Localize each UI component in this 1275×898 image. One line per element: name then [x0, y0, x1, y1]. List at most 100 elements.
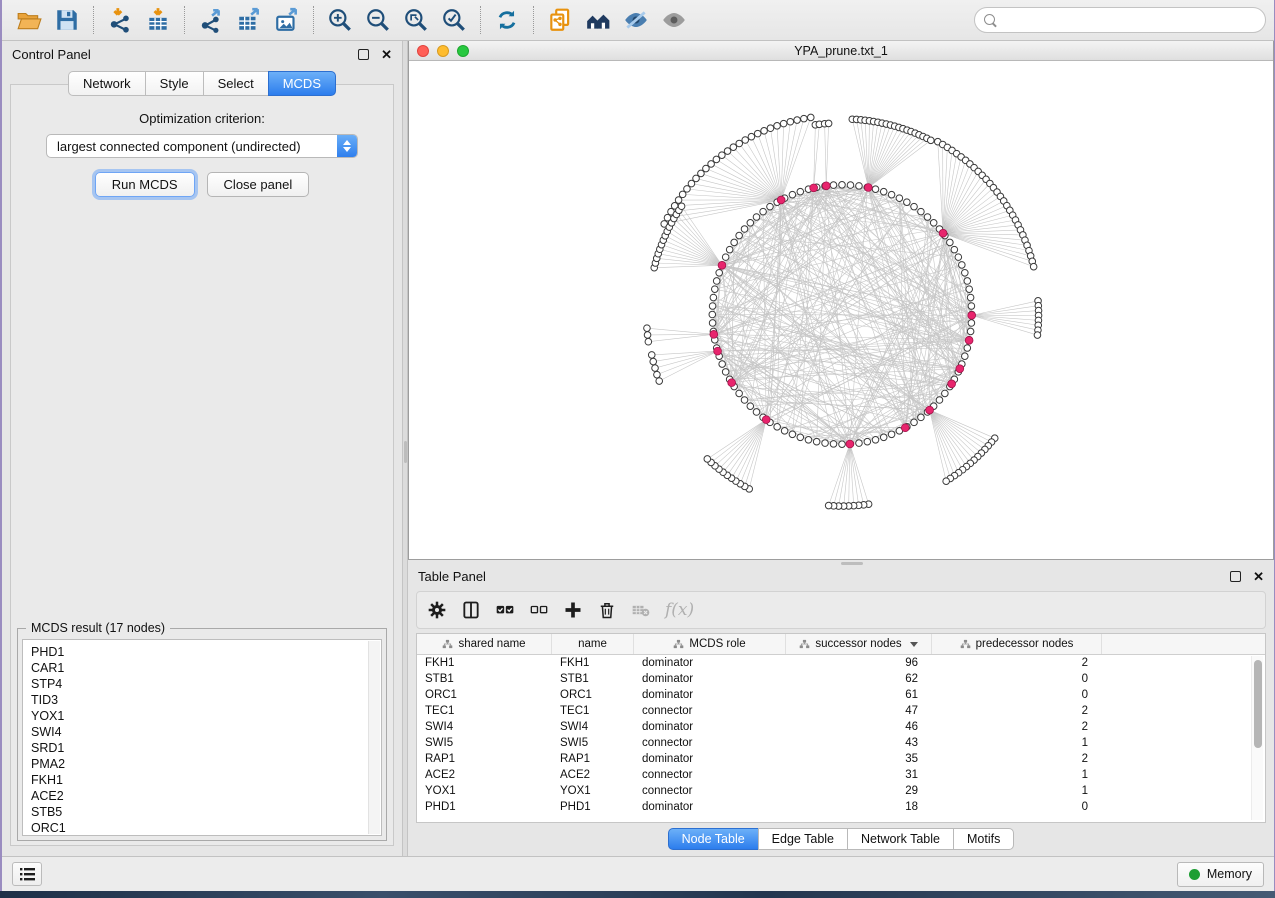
tab-network-table[interactable]: Network Table: [847, 828, 953, 850]
table-row[interactable]: YOX1YOX1connector291: [417, 783, 1265, 799]
application-window: Control Panel ✕ NetworkStyleSelectMCDS O…: [0, 0, 1275, 891]
zoom-selected-button[interactable]: [435, 3, 473, 37]
result-node[interactable]: PHD1: [31, 644, 381, 660]
table-panel-header: Table Panel ✕: [408, 563, 1274, 589]
list-icon: [20, 868, 35, 881]
network-window-titlebar[interactable]: YPA_prune.txt_1: [409, 41, 1273, 61]
search-input[interactable]: [1003, 13, 1256, 27]
table-row[interactable]: FKH1FKH1dominator962: [417, 655, 1265, 671]
optimization-criterion-select[interactable]: largest connected component (undirected): [46, 134, 358, 158]
trash-icon: [597, 600, 617, 620]
result-node[interactable]: FKH1: [31, 772, 381, 788]
table-row[interactable]: RAP1RAP1dominator352: [417, 751, 1265, 767]
task-history-button[interactable]: [12, 862, 42, 886]
cell-role: connector: [634, 703, 786, 719]
first-neighbors-button[interactable]: [579, 3, 617, 37]
unselect-all-button[interactable]: [529, 600, 549, 620]
horizontal-splitter-grip[interactable]: [841, 562, 863, 565]
import-table-button[interactable]: [139, 3, 177, 37]
duplicate-network-button[interactable]: [541, 3, 579, 37]
zoom-in-icon: [327, 7, 353, 33]
zoom-out-button[interactable]: [359, 3, 397, 37]
export-image-button[interactable]: [268, 3, 306, 37]
zoom-in-button[interactable]: [321, 3, 359, 37]
cell-successors: 96: [786, 655, 932, 671]
result-node[interactable]: CAR1: [31, 660, 381, 676]
tab-edge-table[interactable]: Edge Table: [758, 828, 847, 850]
column-header-shared-name[interactable]: shared name: [417, 634, 552, 654]
add-column-button[interactable]: [563, 600, 583, 620]
tab-style[interactable]: Style: [145, 71, 203, 96]
select-all-button[interactable]: [495, 600, 515, 620]
table-row[interactable]: TEC1TEC1connector472: [417, 703, 1265, 719]
result-node[interactable]: ORC1: [31, 820, 381, 836]
export-network-button[interactable]: [192, 3, 230, 37]
table-row[interactable]: PHD1PHD1dominator180: [417, 799, 1265, 815]
result-node[interactable]: YOX1: [31, 708, 381, 724]
cell-shared-name: PHD1: [417, 799, 552, 815]
cell-predecessors: 1: [932, 783, 1102, 799]
close-table-panel-icon[interactable]: ✕: [1253, 570, 1264, 583]
result-node[interactable]: PMA2: [31, 756, 381, 772]
delete-table-button[interactable]: [631, 600, 651, 620]
tab-select[interactable]: Select: [203, 71, 268, 96]
result-list-scrollbar[interactable]: [368, 641, 380, 834]
float-table-panel-icon[interactable]: [1230, 571, 1241, 582]
result-node[interactable]: SWI4: [31, 724, 381, 740]
delete-column-button[interactable]: [597, 600, 617, 620]
result-node[interactable]: SRD1: [31, 740, 381, 756]
save-icon: [54, 7, 80, 33]
tab-network[interactable]: Network: [68, 71, 145, 96]
zoom-out-icon: [365, 7, 391, 33]
table-row[interactable]: SWI5SWI5connector431: [417, 735, 1265, 751]
table-body: FKH1FKH1dominator962STB1STB1dominator620…: [417, 655, 1265, 815]
memory-button[interactable]: Memory: [1177, 862, 1264, 887]
result-node[interactable]: STB5: [31, 804, 381, 820]
search-icon: [984, 14, 997, 27]
cell-predecessors: 1: [932, 767, 1102, 783]
table-row[interactable]: SWI4SWI4dominator462: [417, 719, 1265, 735]
network-graph[interactable]: [409, 61, 1273, 559]
tab-mcds[interactable]: MCDS: [268, 71, 336, 96]
checked-boxes-icon: [495, 600, 515, 620]
column-header-MCDS-role[interactable]: MCDS role: [634, 634, 786, 654]
cell-predecessors: 2: [932, 655, 1102, 671]
result-node[interactable]: TID3: [31, 692, 381, 708]
column-header-predecessor-nodes[interactable]: predecessor nodes: [932, 634, 1102, 654]
network-canvas[interactable]: [409, 61, 1273, 559]
run-mcds-button[interactable]: Run MCDS: [95, 172, 195, 197]
column-header-successor-nodes[interactable]: successor nodes: [786, 634, 932, 654]
import-network-button[interactable]: [101, 3, 139, 37]
table-settings-button[interactable]: [427, 600, 447, 620]
refresh-button[interactable]: [488, 3, 526, 37]
network-search-box[interactable]: [974, 7, 1266, 33]
first-neighbors-icon: [585, 7, 611, 33]
table-toolbar: f(x): [416, 591, 1266, 629]
mcds-result-list[interactable]: PHD1CAR1STP4TID3YOX1SWI4SRD1PMA2FKH1ACE2…: [22, 639, 382, 836]
criterion-selected-value: largest connected component (undirected): [47, 139, 337, 154]
mcds-tab-content: Optimization criterion: largest connecte…: [10, 84, 394, 846]
table-row[interactable]: ORC1ORC1dominator610: [417, 687, 1265, 703]
mcds-result-group: MCDS result (17 nodes) PHD1CAR1STP4TID3Y…: [17, 628, 387, 841]
close-panel-icon[interactable]: ✕: [381, 48, 392, 61]
result-node[interactable]: ACE2: [31, 788, 381, 804]
open-file-button[interactable]: [10, 3, 48, 37]
show-columns-button[interactable]: [461, 600, 481, 620]
tab-motifs[interactable]: Motifs: [953, 828, 1014, 850]
splitter-grip[interactable]: [404, 441, 407, 463]
column-header-name[interactable]: name: [552, 634, 634, 654]
export-table-button[interactable]: [230, 3, 268, 37]
show-all-button[interactable]: [655, 3, 693, 37]
save-session-button[interactable]: [48, 3, 86, 37]
tab-node-table[interactable]: Node Table: [668, 828, 758, 850]
function-builder-button[interactable]: f(x): [665, 600, 694, 620]
zoom-fit-button[interactable]: [397, 3, 435, 37]
table-row[interactable]: STB1STB1dominator620: [417, 671, 1265, 687]
table-vertical-scrollbar[interactable]: [1251, 656, 1263, 820]
close-panel-button[interactable]: Close panel: [207, 172, 310, 197]
scrollbar-thumb[interactable]: [1254, 660, 1262, 748]
table-row[interactable]: ACE2ACE2connector311: [417, 767, 1265, 783]
result-node[interactable]: STP4: [31, 676, 381, 692]
float-panel-icon[interactable]: [358, 49, 369, 60]
hide-selected-button[interactable]: [617, 3, 655, 37]
